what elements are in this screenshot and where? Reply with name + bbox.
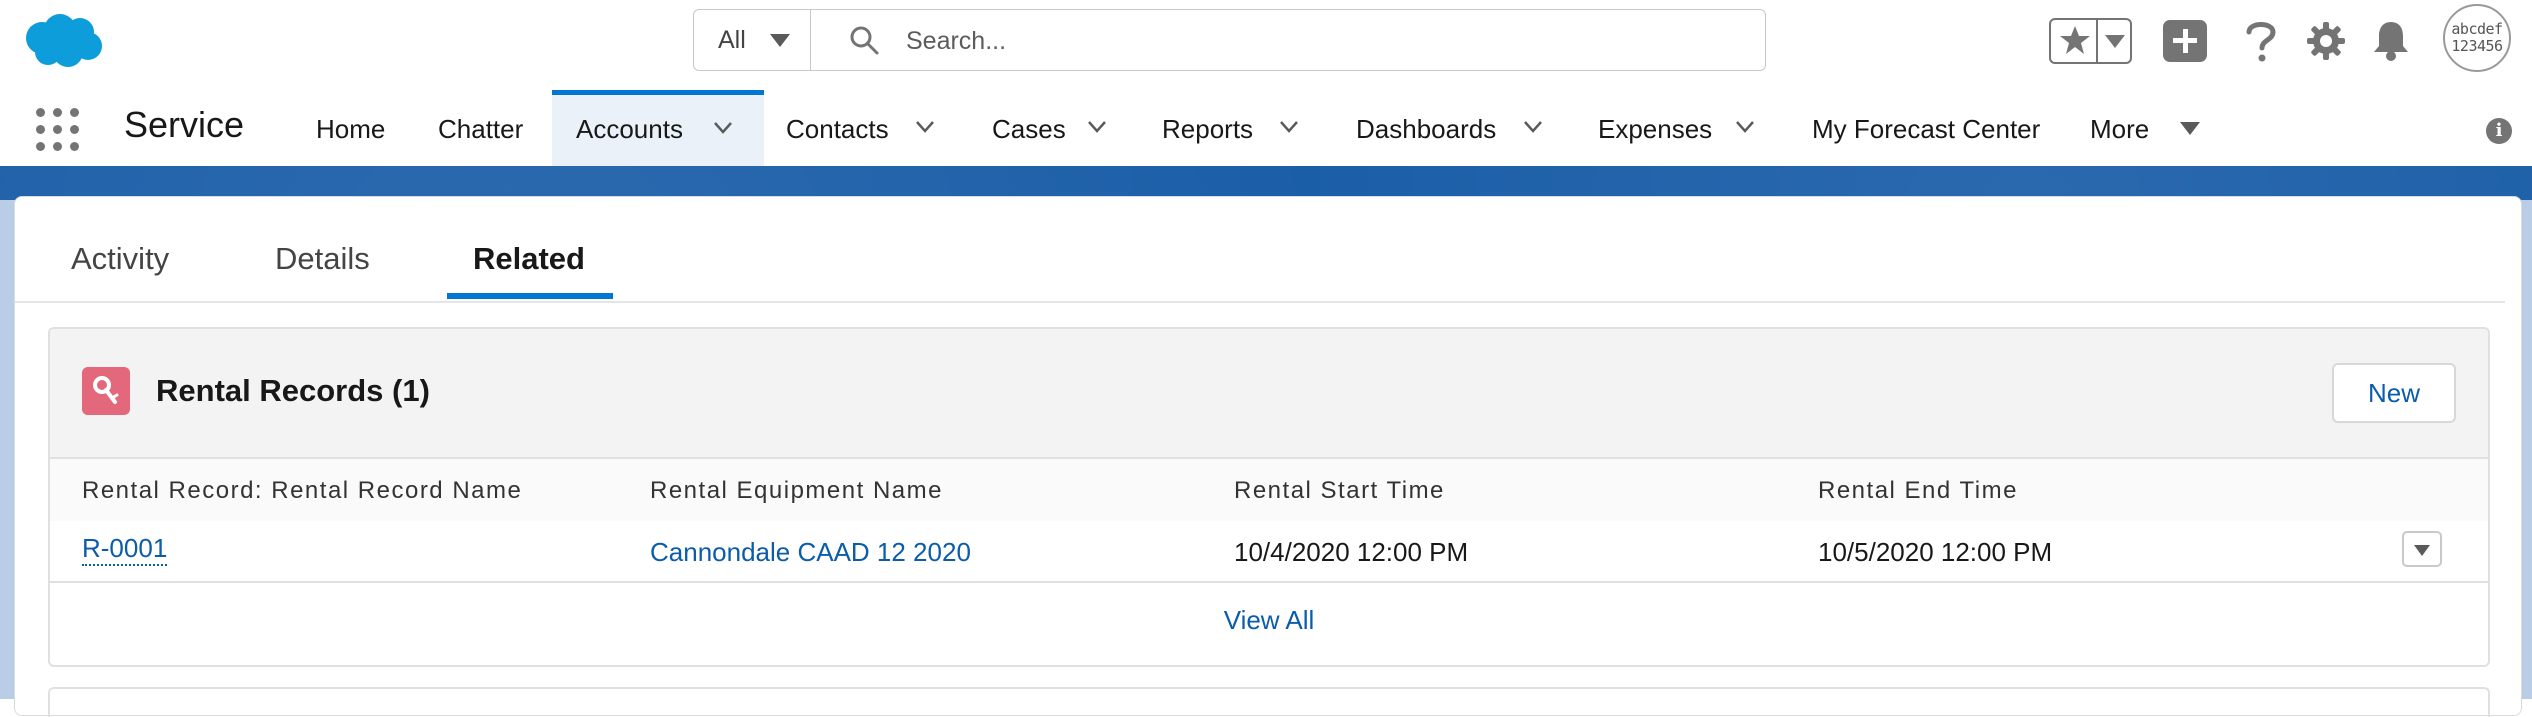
tab-activity[interactable]: Activity: [71, 241, 169, 277]
chevron-down-icon[interactable]: [714, 121, 732, 135]
search-scope-dropdown[interactable]: All: [694, 10, 811, 70]
column-header: Rental End Time: [1818, 477, 2018, 504]
nav-item-label: Dashboards: [1356, 114, 1497, 144]
nav-item-reports[interactable]: Reports: [1148, 90, 1318, 166]
related-list-header: Rental Records (1) New: [50, 329, 2488, 459]
nav-item-dashboards[interactable]: Dashboards: [1342, 90, 1564, 166]
chevron-down-icon[interactable]: [1280, 120, 1298, 134]
search-scope-label: All: [718, 25, 746, 54]
nav-item-label: Expenses: [1598, 114, 1713, 144]
nav-item-label: Reports: [1162, 114, 1254, 144]
chevron-down-icon[interactable]: [1088, 120, 1106, 134]
favorites-button-group: [2049, 18, 2132, 64]
caret-down-icon: [770, 34, 790, 47]
tab-details[interactable]: Details: [275, 241, 370, 277]
table-header-row: Rental Record: Rental Record Name Rental…: [50, 459, 2488, 523]
nav-item-label: Contacts: [786, 114, 889, 144]
tab-related[interactable]: Related: [473, 241, 585, 277]
caret-down-icon: [2180, 122, 2200, 135]
active-tab-indicator: [447, 293, 613, 299]
nav-item-accounts[interactable]: Accounts: [552, 90, 764, 166]
nav-item-home[interactable]: Home: [296, 90, 406, 166]
nav-item-chatter[interactable]: Chatter: [420, 90, 550, 166]
app-launcher-icon[interactable]: [36, 108, 80, 152]
star-icon[interactable]: [2059, 24, 2091, 56]
nav-item-cases[interactable]: Cases: [978, 90, 1120, 166]
app-navigation-bar: Service Home Chatter Accounts Contacts C…: [0, 82, 2532, 166]
record-detail-card: Activity Details Related Rental Records …: [14, 196, 2522, 717]
column-header: Rental Equipment Name: [650, 477, 943, 504]
table-row: R-0001 Cannondale CAAD 12 2020 10/4/2020…: [50, 521, 2488, 583]
view-all-link[interactable]: View All: [50, 605, 2488, 636]
help-icon[interactable]: [2243, 18, 2279, 64]
global-search: All: [693, 9, 1766, 71]
search-input[interactable]: [904, 18, 1748, 64]
nav-item-my-forecast-center[interactable]: My Forecast Center: [1798, 90, 2068, 166]
nav-item-label: My Forecast Center: [1812, 114, 2041, 144]
global-header: All abcdef 1234: [0, 0, 2532, 82]
chevron-down-icon[interactable]: [1736, 120, 1754, 134]
gear-icon[interactable]: [2305, 20, 2347, 62]
column-header: Rental Record: Rental Record Name: [82, 477, 523, 504]
global-actions-add-icon[interactable]: [2163, 20, 2207, 62]
row-actions-menu-icon[interactable]: [2402, 531, 2442, 567]
record-name-link[interactable]: R-0001: [82, 533, 168, 566]
record-tabs: Activity Details Related: [15, 197, 2505, 303]
next-related-list-edge: [48, 687, 2490, 717]
notifications-bell-icon[interactable]: [2370, 18, 2412, 62]
favorites-divider: [2096, 20, 2098, 62]
chevron-down-icon[interactable]: [1524, 120, 1542, 134]
related-list-rental-records: Rental Records (1) New Rental Record: Re…: [48, 327, 2490, 667]
info-icon[interactable]: i: [2486, 118, 2512, 144]
rental-end-time: 10/5/2020 12:00 PM: [1818, 537, 2053, 567]
search-icon: [850, 26, 879, 55]
nav-item-expenses[interactable]: Expenses: [1584, 90, 1766, 166]
new-button[interactable]: New: [2332, 363, 2456, 423]
nav-item-contacts[interactable]: Contacts: [770, 90, 950, 166]
salesforce-logo-icon[interactable]: [22, 12, 106, 70]
avatar-text-line-1: abcdef: [2451, 20, 2503, 38]
chevron-down-icon[interactable]: [916, 120, 934, 134]
app-name: Service: [124, 104, 245, 145]
nav-item-label: Chatter: [438, 114, 524, 144]
nav-item-label: More: [2090, 114, 2150, 144]
key-icon: [82, 367, 130, 415]
equipment-name-link[interactable]: Cannondale CAAD 12 2020: [650, 537, 971, 568]
column-header: Rental Start Time: [1234, 477, 1445, 504]
nav-item-more[interactable]: More: [2076, 90, 2206, 166]
nav-item-label: Home: [316, 114, 386, 144]
rental-start-time: 10/4/2020 12:00 PM: [1234, 537, 1469, 567]
nav-item-label: Accounts: [576, 114, 683, 144]
related-list-title[interactable]: Rental Records (1): [156, 373, 430, 409]
avatar-text-line-2: 123456: [2451, 37, 2503, 55]
user-avatar[interactable]: abcdef 123456: [2443, 4, 2511, 72]
favorites-menu-icon[interactable]: [2105, 35, 2125, 48]
nav-item-label: Cases: [992, 114, 1066, 144]
